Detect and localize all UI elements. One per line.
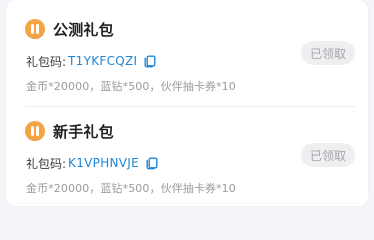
- gift-title: 公测礼包: [53, 20, 114, 39]
- gift-card-newbie: 新手礼包 礼包码: K1VPHNVJE 金币*20000，蓝钻*500，伙伴抽卡…: [25, 112, 368, 208]
- copy-icon[interactable]: [143, 54, 157, 68]
- gift-code-value[interactable]: K1VPHNVJE: [68, 156, 139, 170]
- copy-icon[interactable]: [145, 156, 159, 170]
- divider: [25, 106, 355, 107]
- gift-rewards: 金币*20000，蓝钻*500，伙伴抽卡券*10: [26, 80, 236, 93]
- gift-title-row: 公测礼包: [25, 17, 114, 41]
- claimed-button[interactable]: 已领取: [301, 41, 355, 65]
- gift-code-row: 礼包码: T1YKFCQZI: [26, 52, 157, 70]
- gift-title: 新手礼包: [53, 122, 114, 141]
- claimed-button[interactable]: 已领取: [301, 143, 355, 167]
- gift-title-row: 新手礼包: [25, 119, 114, 143]
- gift-card-public-test: 公测礼包 礼包码: T1YKFCQZI 金币*20000，蓝钻*500，伙伴抽卡…: [25, 10, 368, 106]
- gift-code-row: 礼包码: K1VPHNVJE: [26, 154, 159, 172]
- gift-rewards: 金币*20000，蓝钻*500，伙伴抽卡券*10: [26, 182, 236, 195]
- gift-code-label: 礼包码:: [26, 156, 67, 171]
- gift-icon: [25, 19, 45, 39]
- gift-code-label: 礼包码:: [26, 54, 67, 69]
- gift-code-value[interactable]: T1YKFCQZI: [68, 54, 137, 68]
- gift-code-panel: 公测礼包 礼包码: T1YKFCQZI 金币*20000，蓝钻*500，伙伴抽卡…: [6, 0, 368, 206]
- gift-icon: [25, 121, 45, 141]
